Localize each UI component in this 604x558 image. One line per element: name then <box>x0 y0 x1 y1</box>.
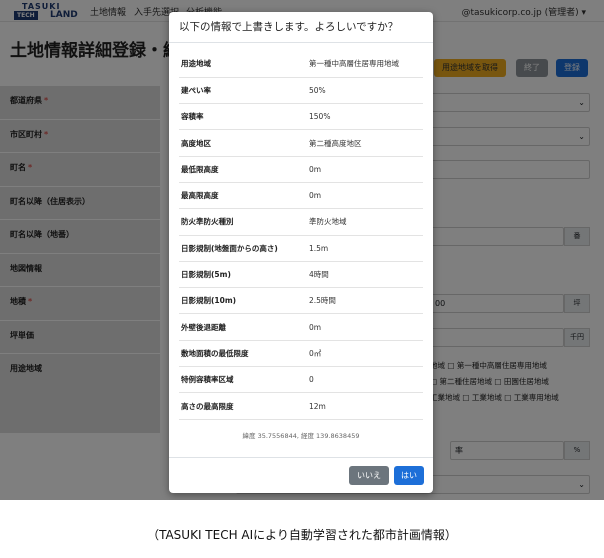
no-button[interactable]: いいえ <box>349 466 389 485</box>
info-row: 用途地域 第一種中高層住居専用地域 <box>179 51 423 78</box>
info-value: 0 <box>309 375 314 385</box>
info-row: 日影規制(地盤面からの高さ) 1.5m <box>179 235 423 262</box>
info-value: 0m <box>309 322 322 332</box>
info-row: 最高限高度 0m <box>179 182 423 209</box>
info-row: 日影規制(10m) 2.5時間 <box>179 288 423 314</box>
info-value: 準防火地域 <box>309 217 347 227</box>
info-value: 0m <box>309 164 322 174</box>
info-key: 高度地区 <box>181 138 211 148</box>
info-key: 最低限高度 <box>181 164 219 174</box>
info-key: 防火準防火種別 <box>181 217 234 227</box>
modal-footer: いいえ はい <box>169 457 433 493</box>
modal-body: 用途地域 第一種中高層住居専用地域建ぺい率 50% 容積率 150% 高度地区 第二種高度地… <box>169 43 433 440</box>
info-key: 最高限高度 <box>181 191 219 201</box>
info-value: 1.5m <box>309 243 329 253</box>
info-row: 日影規制(5m) 4時間 <box>179 261 423 288</box>
background-page: TASUKI TECH LAND 土地情報 入手先選択 分析機能 @tasuki… <box>0 0 604 500</box>
info-key: 高さの最高限度 <box>181 401 234 411</box>
yes-button[interactable]: はい <box>394 466 424 485</box>
info-value: 150% <box>309 112 331 122</box>
modal-title: 以下の情報で上書きします。よろしいですか？ <box>169 12 433 43</box>
info-row: 敷地面積の最低限度 0㎡ <box>179 340 423 367</box>
info-row: 高度地区 第二種高度地区 <box>179 130 423 157</box>
info-key: 日影規制(地盤面からの高さ) <box>181 243 278 253</box>
info-value: 0㎡ <box>309 348 322 358</box>
info-row: 外壁後退距離 0m <box>179 314 423 341</box>
info-key: 外壁後退距離 <box>181 322 226 332</box>
info-key: 敷地面積の最低限度 <box>181 348 249 358</box>
info-row: 建ぺい率 50% <box>179 77 423 104</box>
zoning-info-table: 用途地域 第一種中高層住居専用地域建ぺい率 50% 容積率 150% 高度地区 第二種高度地… <box>179 51 423 420</box>
info-value: 第二種高度地区 <box>309 138 362 148</box>
info-row: 容積率 150% <box>179 104 423 130</box>
info-value: 第一種中高層住居専用地域 <box>309 59 399 69</box>
info-value: 4時間 <box>309 270 329 280</box>
info-value: 0m <box>309 191 322 201</box>
info-key: 容積率 <box>181 112 204 122</box>
caption: （TASUKI TECH AIにより自動学習された都市計画情報） <box>147 528 457 542</box>
confirm-overwrite-modal: 以下の情報で上書きします。よろしいですか？ 用途地域 第一種中高層住居専用地域建ぺ… <box>169 12 433 493</box>
info-key: 建ぺい率 <box>181 85 211 95</box>
info-key: 特例容積率区域 <box>181 375 234 385</box>
info-row: 防火準防火種別 準防火地域 <box>179 209 423 236</box>
info-row: 最低限高度 0m <box>179 156 423 183</box>
info-value: 50% <box>309 85 326 95</box>
info-key: 用途地域 <box>181 59 211 69</box>
info-value: 12m <box>309 401 326 411</box>
info-key: 日影規制(10m) <box>181 296 237 306</box>
info-row: 高さの最高限度 12m <box>179 393 423 420</box>
coordinates-text: 緯度 35.7556844, 経度 139.8638459 <box>242 431 360 440</box>
info-value: 2.5時間 <box>309 296 336 306</box>
info-key: 日影規制(5m) <box>181 270 231 280</box>
info-row: 特例容積率区域 0 <box>179 367 423 393</box>
